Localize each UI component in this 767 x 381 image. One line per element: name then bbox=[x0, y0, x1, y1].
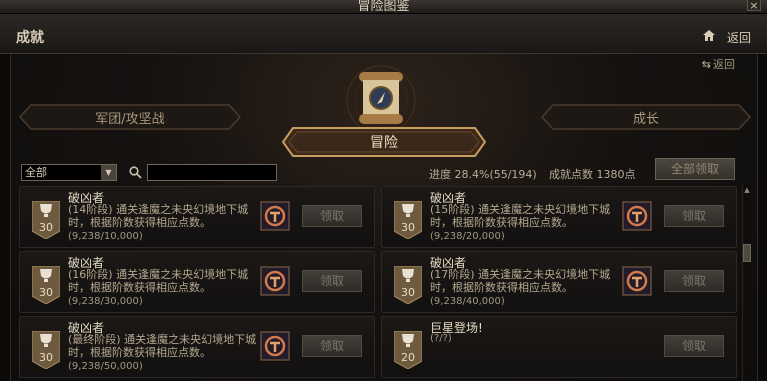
tab-growth-label: 成长 bbox=[632, 111, 659, 127]
achievement-card: 30 破凶者 (17阶段) 通关逢魔之未央幻境地下城时，根据阶数获得相应点数。 … bbox=[381, 251, 737, 313]
reward-emblem-icon bbox=[260, 266, 290, 296]
search-input[interactable] bbox=[147, 164, 277, 181]
achievement-card: 30 破凶者 (14阶段) 通关逢魔之未央幻境地下城时，根据阶数获得相应点数。 … bbox=[19, 186, 375, 248]
achievement-card: 30 破凶者 (16阶段) 通关逢魔之未央幻境地下城时，根据阶数获得相应点数。 … bbox=[19, 251, 375, 313]
trophy-badge: 30 bbox=[31, 265, 61, 305]
achievement-progress: (9,238/50,000) bbox=[68, 361, 143, 372]
scroll-compass-icon bbox=[346, 65, 416, 134]
reward-emblem-icon bbox=[260, 331, 290, 361]
tab-adventure[interactable]: 冒险 bbox=[281, 126, 487, 158]
trophy-badge: 30 bbox=[31, 200, 61, 240]
badge-points: 30 bbox=[39, 286, 53, 299]
tab-adventure-label: 冒险 bbox=[370, 135, 398, 151]
list-scrollbar[interactable]: ▲ bbox=[742, 184, 751, 381]
tab-legion-siege[interactable]: 军团/攻坚战 bbox=[19, 104, 241, 130]
badge-points: 20 bbox=[401, 351, 415, 364]
scrollbar-thumb[interactable] bbox=[743, 244, 751, 262]
sub-back-button[interactable]: ⇆ 返回 bbox=[702, 56, 735, 72]
sub-back-label: 返回 bbox=[713, 58, 735, 71]
claim-button[interactable]: 领取 bbox=[664, 205, 724, 227]
achievement-desc: (17阶段) 通关逢魔之未央幻境地下城时，根据阶数获得相应点数。 bbox=[430, 268, 611, 294]
trophy-badge: 30 bbox=[31, 330, 61, 370]
claim-all-button[interactable]: 全部领取 bbox=[655, 158, 735, 180]
achievement-desc: (16阶段) 通关逢魔之未央幻境地下城时，根据阶数获得相应点数。 bbox=[68, 268, 249, 294]
points-text: 成就点数 1380点 bbox=[549, 168, 636, 181]
achievement-card: 30 破凶者 (最终阶段) 通关逢魔之未央幻境地下城时，根据阶数获得相应点数。 … bbox=[19, 316, 375, 378]
tab-legion-siege-label: 军团/攻坚战 bbox=[95, 111, 165, 127]
achievement-card: 30 破凶者 (15阶段) 通关逢魔之未央幻境地下城时，根据阶数获得相应点数。 … bbox=[381, 186, 737, 248]
badge-points: 30 bbox=[39, 221, 53, 234]
claim-button[interactable]: 领取 bbox=[664, 270, 724, 292]
category-select[interactable]: 全部 ▼ bbox=[21, 164, 117, 181]
achievement-desc: (14阶段) 通关逢魔之未央幻境地下城时，根据阶数获得相应点数。 bbox=[68, 203, 249, 229]
trophy-badge: 30 bbox=[393, 265, 423, 305]
progress-text: 进度 28.4%(55/194) bbox=[429, 168, 537, 181]
badge-points: 30 bbox=[401, 221, 415, 234]
badge-points: 30 bbox=[39, 351, 53, 364]
badge-points: 30 bbox=[401, 286, 415, 299]
achievement-progress: (9,238/30,000) bbox=[68, 296, 143, 307]
home-icon[interactable] bbox=[703, 30, 715, 41]
back-button[interactable]: 返回 bbox=[727, 29, 751, 46]
achievement-progress: (9,238/10,000) bbox=[68, 231, 143, 242]
reward-emblem-icon bbox=[622, 266, 652, 296]
trophy-badge: 20 bbox=[393, 330, 423, 370]
scroll-up-icon[interactable]: ▲ bbox=[743, 186, 751, 196]
close-icon[interactable]: × bbox=[747, 0, 761, 12]
claim-button[interactable]: 领取 bbox=[302, 270, 362, 292]
achievement-desc: (最终阶段) 通关逢魔之未央幻境地下城时，根据阶数获得相应点数。 bbox=[68, 333, 257, 359]
achievement-progress: (?/?) bbox=[430, 333, 452, 344]
claim-button[interactable]: 领取 bbox=[664, 335, 724, 357]
window-title: 冒险图鉴 bbox=[357, 0, 410, 14]
reward-emblem-icon bbox=[622, 201, 652, 231]
claim-button[interactable]: 领取 bbox=[302, 335, 362, 357]
tab-growth[interactable]: 成长 bbox=[541, 104, 751, 130]
achievement-desc: (15阶段) 通关逢魔之未央幻境地下城时，根据阶数获得相应点数。 bbox=[430, 203, 611, 229]
reward-emblem-icon bbox=[260, 201, 290, 231]
achievement-progress: (9,238/40,000) bbox=[430, 296, 505, 307]
trophy-badge: 30 bbox=[393, 200, 423, 240]
achievement-card: 20 巨星登场! (?/?) 领取 bbox=[381, 316, 737, 378]
window-titlebar: 冒险图鉴 × bbox=[0, 0, 767, 14]
chevron-down-icon: ▼ bbox=[101, 165, 116, 180]
category-select-value: 全部 bbox=[25, 166, 47, 179]
return-arrow-icon: ⇆ bbox=[701, 58, 711, 71]
page-title: 成就 bbox=[16, 30, 44, 46]
panel-header: 成就 返回 bbox=[0, 14, 767, 54]
search-icon bbox=[129, 166, 142, 179]
claim-button[interactable]: 领取 bbox=[302, 205, 362, 227]
achievement-panel: ⇆ 返回 军团/攻坚战 成长 冒险 全部 ▼ 进度 28.4%(55/194) 成… bbox=[10, 54, 758, 381]
achievement-list: 30 破凶者 (14阶段) 通关逢魔之未央幻境地下城时，根据阶数获得相应点数。 … bbox=[11, 184, 741, 381]
achievement-progress: (9,238/20,000) bbox=[430, 231, 505, 242]
